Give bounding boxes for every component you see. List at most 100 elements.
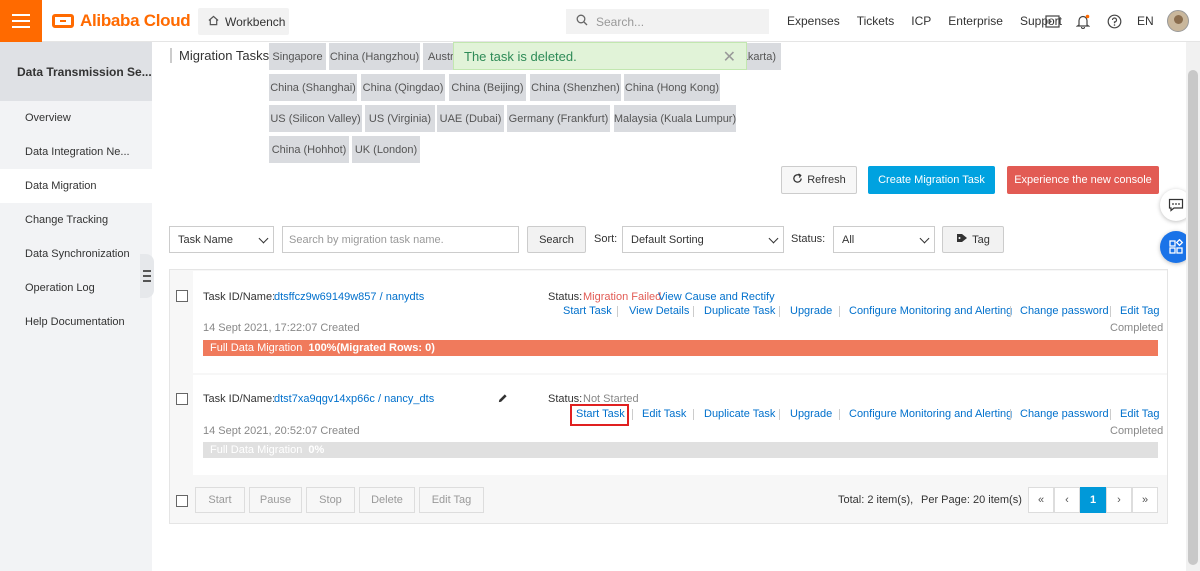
refresh-icon xyxy=(792,173,803,187)
edit-tag-link[interactable]: Edit Tag xyxy=(1120,305,1160,317)
change-password-link[interactable]: Change password xyxy=(1020,305,1109,317)
task-status-label: Status: xyxy=(548,291,583,303)
tag-button[interactable]: Tag xyxy=(942,226,1004,253)
sidebar-item-data-integration[interactable]: Data Integration Ne... xyxy=(0,135,152,169)
tag-label: Tag xyxy=(972,233,990,246)
close-icon[interactable]: ✕ xyxy=(723,47,736,67)
region-china-hohhot[interactable]: China (Hohhot) xyxy=(269,136,349,163)
duplicate-task-link[interactable]: Duplicate Task xyxy=(704,408,775,420)
bulk-pause-button[interactable]: Pause xyxy=(249,487,302,513)
task-id-link[interactable]: dtst7xa9qgv14xp66c / nancy_dts xyxy=(274,393,434,405)
sidebar-collapse-handle[interactable] xyxy=(140,254,154,298)
sort-label: Sort: xyxy=(594,233,618,245)
view-details-link[interactable]: View Details xyxy=(629,305,689,317)
link-icp[interactable]: ICP xyxy=(911,14,931,28)
task-field-select[interactable]: Task Name xyxy=(169,226,274,253)
progress-label: Full Data Migration xyxy=(210,444,303,456)
region-china-beijing[interactable]: China (Beijing) xyxy=(449,74,526,101)
bulk-start-button[interactable]: Start xyxy=(195,487,245,513)
region-singapore[interactable]: Singapore xyxy=(269,43,326,70)
scrollbar-thumb[interactable] xyxy=(1188,70,1198,565)
task-state: Completed xyxy=(1110,425,1164,437)
refresh-button[interactable]: Refresh xyxy=(781,166,857,194)
edit-task-link[interactable]: Edit Task xyxy=(642,408,686,420)
first-page-button[interactable]: « xyxy=(1028,487,1054,513)
region-uae-dubai[interactable]: UAE (Dubai) xyxy=(437,105,504,132)
region-malaysia-kuala-lumpur[interactable]: Malaysia (Kuala Lumpur) xyxy=(614,105,736,132)
logo-text: Alibaba Cloud xyxy=(80,11,191,30)
select-all-checkbox[interactable] xyxy=(176,495,188,507)
sidebar-item-overview[interactable]: Overview xyxy=(0,101,152,135)
region-china-hong-kong[interactable]: China (Hong Kong) xyxy=(624,74,720,101)
status-value: All xyxy=(842,233,855,246)
top-bar: Alibaba Cloud Workbench Search... Expens… xyxy=(0,0,1200,42)
chevron-down-icon xyxy=(258,233,269,244)
upgrade-link[interactable]: Upgrade xyxy=(790,408,832,420)
toast-notification: The task is deleted. ✕ xyxy=(453,42,747,70)
task-search-placeholder: Search by migration task name. xyxy=(289,233,444,246)
bulk-delete-button[interactable]: Delete xyxy=(359,487,415,513)
edit-name-icon[interactable] xyxy=(494,390,510,406)
region-us-virginia[interactable]: US (Virginia) xyxy=(365,105,435,132)
workbench-button[interactable]: Workbench xyxy=(198,8,289,35)
duplicate-task-link[interactable]: Duplicate Task xyxy=(704,305,775,317)
tag-icon xyxy=(956,233,968,246)
change-password-link[interactable]: Change password xyxy=(1020,408,1109,420)
link-expenses[interactable]: Expenses xyxy=(787,14,840,28)
avatar[interactable] xyxy=(1167,10,1189,32)
task-search-input[interactable]: Search by migration task name. xyxy=(282,226,519,253)
sidebar-item-change-tracking[interactable]: Change Tracking xyxy=(0,203,152,237)
region-china-qingdao[interactable]: China (Qingdao) xyxy=(361,74,445,101)
region-china-shanghai[interactable]: China (Shanghai) xyxy=(269,74,357,101)
home-icon xyxy=(208,15,219,29)
start-task-link[interactable]: Start Task xyxy=(563,305,612,317)
bulk-edit-tag-button[interactable]: Edit Tag xyxy=(419,487,484,513)
region-uk-london[interactable]: UK (London) xyxy=(352,136,420,163)
task-checkbox[interactable] xyxy=(176,290,188,302)
search-button[interactable]: Search xyxy=(527,226,586,253)
page-1-button[interactable]: 1 xyxy=(1080,487,1106,513)
prev-page-button[interactable]: ‹ xyxy=(1054,487,1080,513)
region-china-hangzhou[interactable]: China (Hangzhou) xyxy=(329,43,420,70)
region-australia[interactable]: Austr xyxy=(423,43,455,70)
sort-value: Default Sorting xyxy=(631,233,704,246)
last-page-button[interactable]: » xyxy=(1132,487,1158,513)
terminal-icon[interactable] xyxy=(1044,13,1060,29)
status-select[interactable]: All xyxy=(833,226,935,253)
experience-new-console-button[interactable]: Experience the new console xyxy=(1007,166,1159,194)
chevron-down-icon xyxy=(919,233,930,244)
sidebar-title: Data Transmission Se... xyxy=(0,42,152,101)
region-china-shenzhen[interactable]: China (Shenzhen) xyxy=(530,74,621,101)
notification-bell-icon[interactable] xyxy=(1075,13,1091,29)
start-task-link[interactable]: Start Task xyxy=(576,408,625,420)
sidebar-item-data-migration[interactable]: Data Migration xyxy=(0,169,152,203)
upgrade-link[interactable]: Upgrade xyxy=(790,305,832,317)
configure-monitoring-link[interactable]: Configure Monitoring and Alerting xyxy=(849,305,1012,317)
view-cause-link[interactable]: View Cause and Rectify xyxy=(658,291,775,303)
language-switch[interactable]: EN xyxy=(1137,13,1154,29)
bulk-stop-button[interactable]: Stop xyxy=(306,487,355,513)
global-search-input[interactable]: Search... xyxy=(566,9,769,34)
menu-icon[interactable] xyxy=(0,0,42,42)
help-icon[interactable] xyxy=(1106,13,1122,29)
sidebar-item-data-synchronization[interactable]: Data Synchronization xyxy=(0,237,152,271)
edit-tag-link[interactable]: Edit Tag xyxy=(1120,408,1160,420)
progress-bar: Full Data Migration 0% xyxy=(203,442,1158,458)
next-page-button[interactable]: › xyxy=(1106,487,1132,513)
workbench-label: Workbench xyxy=(225,14,286,29)
progress-value: 100%(Migrated Rows: 0) xyxy=(308,342,435,354)
task-checkbox[interactable] xyxy=(176,393,188,405)
sidebar-item-operation-log[interactable]: Operation Log xyxy=(0,271,152,305)
link-enterprise[interactable]: Enterprise xyxy=(948,14,1003,28)
sidebar-item-help-documentation[interactable]: Help Documentation xyxy=(0,305,152,339)
task-status-value: Migration Failed xyxy=(583,291,662,303)
link-tickets[interactable]: Tickets xyxy=(857,14,895,28)
configure-monitoring-link[interactable]: Configure Monitoring and Alerting xyxy=(849,408,1012,420)
create-migration-task-button[interactable]: Create Migration Task xyxy=(868,166,995,194)
region-us-silicon-valley[interactable]: US (Silicon Valley) xyxy=(269,105,362,132)
sort-select[interactable]: Default Sorting xyxy=(622,226,784,253)
page-title: Migration Tasks xyxy=(170,48,269,63)
logo[interactable]: Alibaba Cloud xyxy=(52,10,191,32)
region-germany-frankfurt[interactable]: Germany (Frankfurt) xyxy=(507,105,610,132)
task-id-link[interactable]: dtsffcz9w69149w857 / nanydts xyxy=(274,291,424,303)
